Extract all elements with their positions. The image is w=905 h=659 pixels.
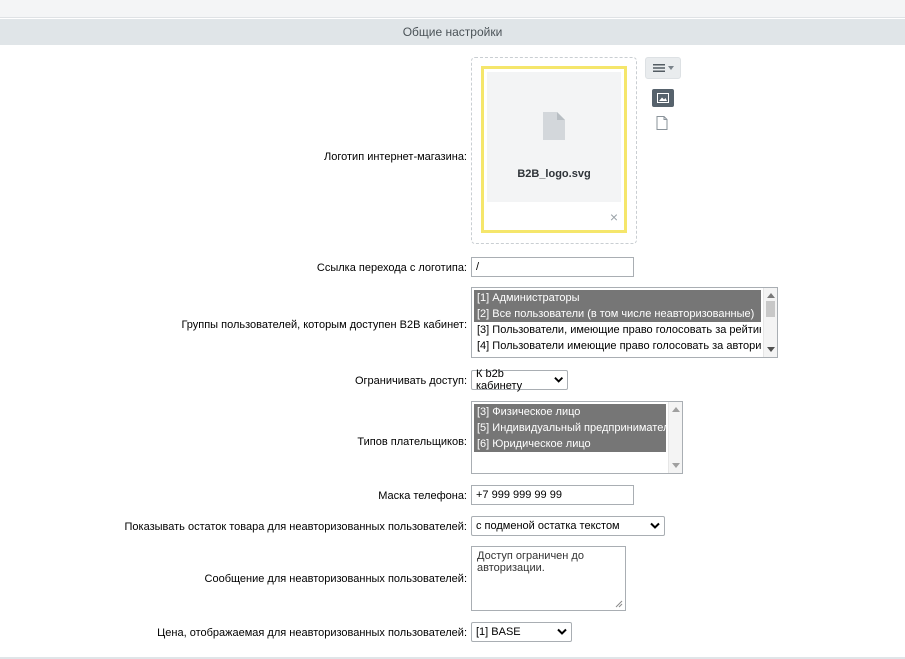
resize-grip-icon[interactable] [615, 600, 623, 608]
user-groups-listbox[interactable]: [1] Администраторы [2] Все пользователи … [471, 287, 778, 358]
chevron-down-icon [650, 522, 660, 529]
image-icon [657, 93, 669, 103]
scroll-up-icon[interactable] [767, 292, 775, 298]
scroll-down-icon[interactable] [672, 463, 680, 469]
restrict-access-value: К b2b кабинету [476, 368, 523, 392]
payer-types-scrollbar[interactable] [668, 402, 682, 473]
user-groups-label: Группы пользователей, которым доступен B… [181, 319, 467, 331]
logo-preview-area: B2B_logo.svg [487, 72, 621, 202]
logo-label: Логотип интернет-магазина: [324, 151, 467, 163]
payer-type-option[interactable]: [3] Физическое лицо [474, 404, 666, 420]
payer-type-option[interactable]: [5] Индивидуальный предприниматель [474, 420, 666, 436]
restrict-access-select[interactable]: К b2b кабинету [471, 368, 568, 392]
remove-logo-icon[interactable]: × [610, 210, 618, 224]
stock-display-value: с подменой остатка текстом [476, 520, 620, 532]
section-header: Общие настройки [0, 19, 905, 45]
restrict-access-label: Ограничивать доступ: [354, 375, 467, 387]
stock-display-label: Показывать остаток товара для неавторизо… [124, 521, 467, 533]
chevron-down-icon [667, 66, 674, 70]
user-group-option[interactable]: [1] Администраторы [474, 290, 761, 306]
logo-menu-button[interactable] [645, 57, 681, 79]
user-group-option[interactable]: [3] Пользователи, имеющие право голосова… [474, 322, 761, 338]
section-title: Общие настройки [402, 25, 503, 39]
guest-price-label: Цена, отображаемая для неавторизованных … [157, 627, 467, 639]
menu-icon [652, 64, 665, 72]
payer-types-listbox[interactable]: [3] Физическое лицо [5] Индивидуальный п… [471, 401, 683, 474]
document-icon[interactable] [656, 116, 668, 130]
payer-type-option[interactable]: [6] Юридическое лицо [474, 436, 666, 452]
guest-message-textarea[interactable]: Доступ ограничен до авторизации. [471, 546, 626, 611]
top-strip [0, 0, 905, 18]
guest-message-label: Сообщение для неавторизованных пользоват… [204, 573, 467, 585]
guest-message-text: Доступ ограничен до авторизации. [477, 550, 584, 574]
image-view-button[interactable] [652, 89, 674, 107]
user-group-option[interactable]: [2] Все пользователи (в том числе неавто… [474, 306, 761, 322]
logo-link-input[interactable] [471, 257, 634, 277]
stock-display-select[interactable]: с подменой остатка текстом [471, 516, 665, 536]
user-groups-scrollbar[interactable] [763, 288, 777, 357]
chevron-down-icon [557, 628, 567, 635]
phone-mask-label: Маска телефона: [378, 490, 467, 502]
scroll-up-icon[interactable] [672, 406, 680, 412]
guest-price-value: [1] BASE [476, 626, 521, 638]
logo-file-name: B2B_logo.svg [517, 168, 591, 180]
scroll-down-icon[interactable] [767, 347, 775, 353]
payer-types-label: Типов плательщиков: [357, 436, 467, 448]
guest-price-select[interactable]: [1] BASE [471, 622, 572, 642]
phone-mask-input[interactable] [471, 485, 634, 505]
user-group-option[interactable]: [4] Пользователи имеющие право голосоват… [474, 338, 761, 354]
logo-preview[interactable]: B2B_logo.svg × [481, 66, 627, 233]
chevron-down-icon [553, 377, 563, 383]
logo-link-label: Ссылка перехода с логотипа: [316, 262, 467, 274]
scroll-thumb[interactable] [766, 301, 775, 317]
file-icon [543, 112, 565, 140]
